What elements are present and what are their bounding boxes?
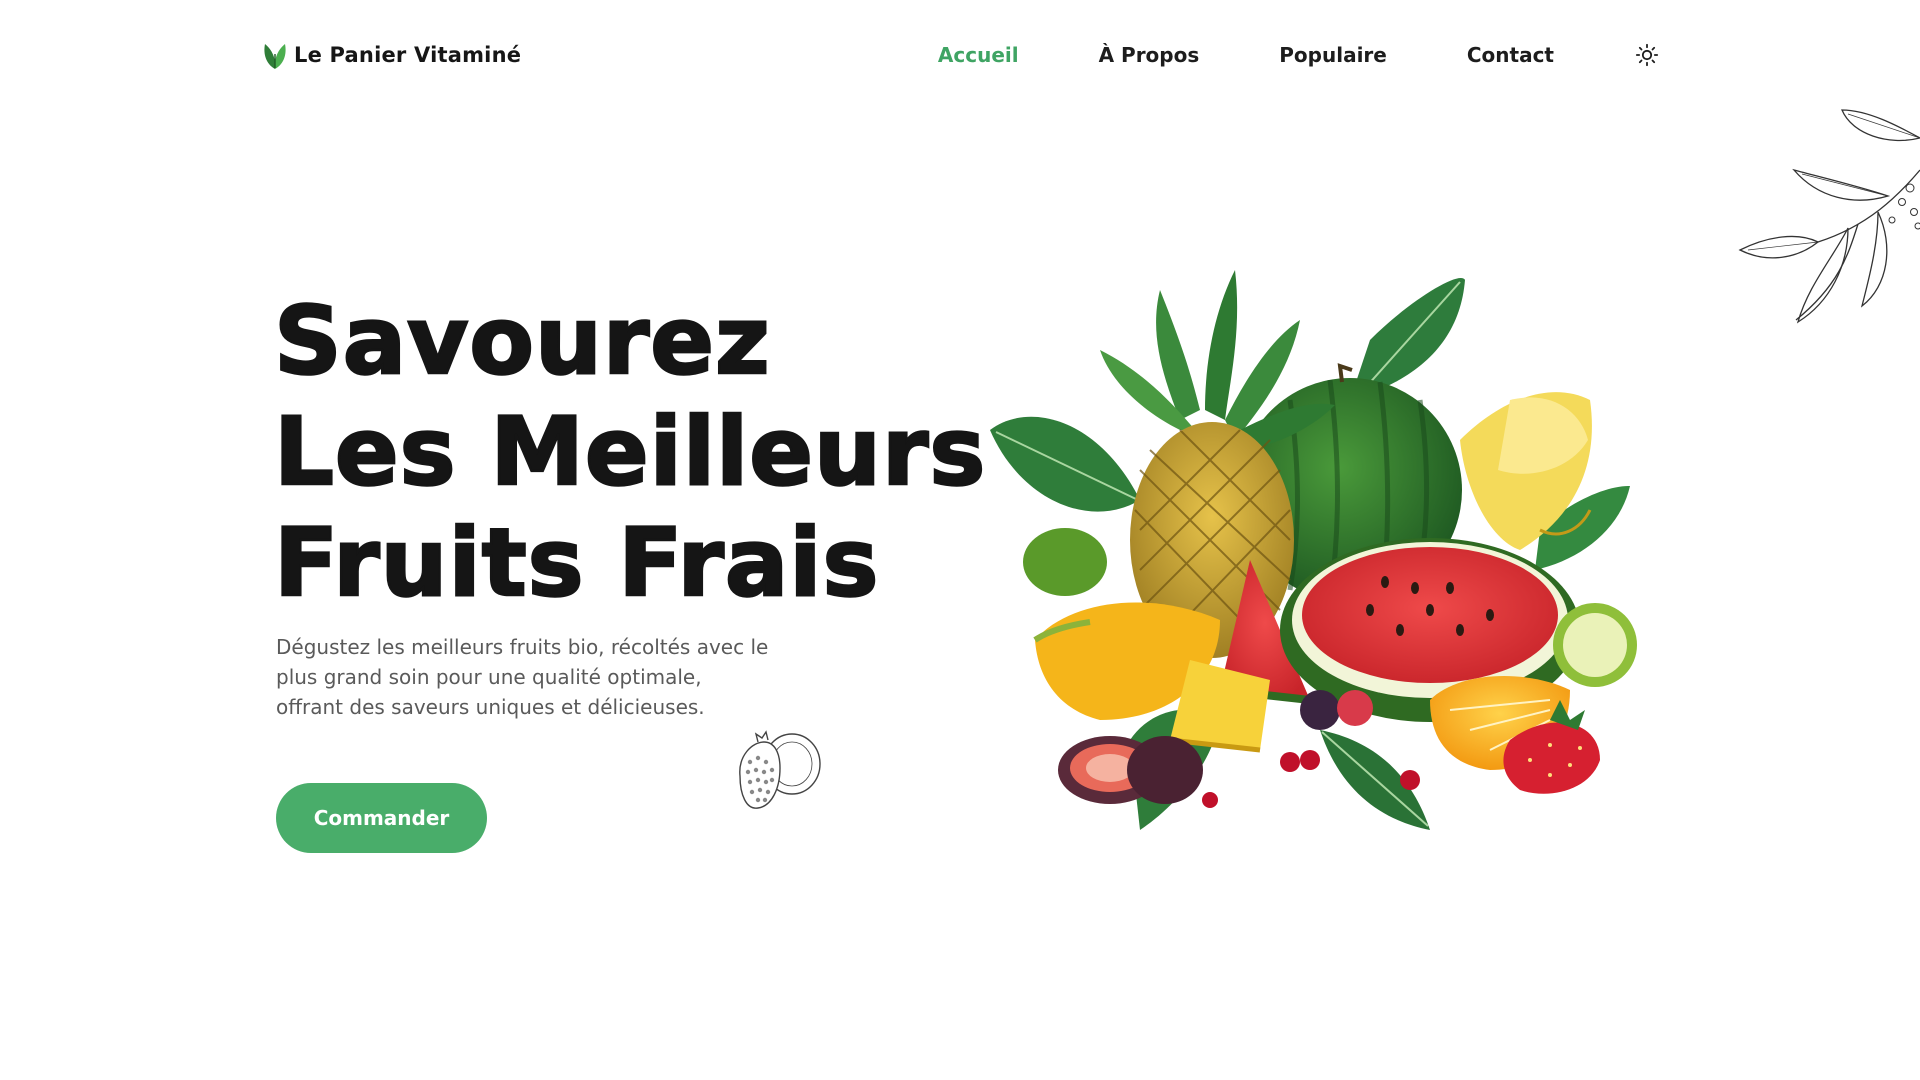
pomegranate-sketch-icon [739, 730, 821, 809]
hero-description: Dégustez les meilleurs fruits bio, récol… [276, 632, 796, 722]
hero-title: Savourez Les Meilleurs Fruits Frais [273, 286, 987, 620]
nav-link-a-propos[interactable]: À Propos [1099, 43, 1200, 67]
sun-icon [1635, 43, 1659, 67]
leaf-icon [264, 44, 286, 69]
hero-title-line: Savourez [273, 286, 771, 398]
site-header: Le Panier Vitaminé Accueil À Propos Popu… [262, 30, 1660, 80]
landing-page: Le Panier Vitaminé Accueil À Propos Popu… [0, 0, 1920, 1080]
hero-description-line: plus grand soin pour une qualité optimal… [276, 665, 702, 689]
fruit-basket-illustration [990, 270, 1637, 830]
nav-link-contact[interactable]: Contact [1467, 43, 1554, 67]
hero-title-line: Fruits Frais [273, 508, 880, 620]
hero-description-line: offrant des saveurs uniques et délicieus… [276, 695, 705, 719]
order-button[interactable]: Commander [276, 783, 487, 853]
nav-link-accueil[interactable]: Accueil [938, 43, 1019, 67]
theme-toggle-button[interactable] [1634, 42, 1660, 68]
leafy-branch-sketch-icon [1738, 109, 1920, 324]
nav-link-populaire[interactable]: Populaire [1279, 43, 1387, 67]
brand-name: Le Panier Vitaminé [294, 43, 522, 67]
main-nav: Accueil À Propos Populaire Contact [858, 42, 1660, 68]
brand-logo[interactable]: Le Panier Vitaminé [262, 40, 521, 70]
hero-title-line: Les Meilleurs [273, 397, 987, 509]
hero-description-line: Dégustez les meilleurs fruits bio, récol… [276, 635, 769, 659]
